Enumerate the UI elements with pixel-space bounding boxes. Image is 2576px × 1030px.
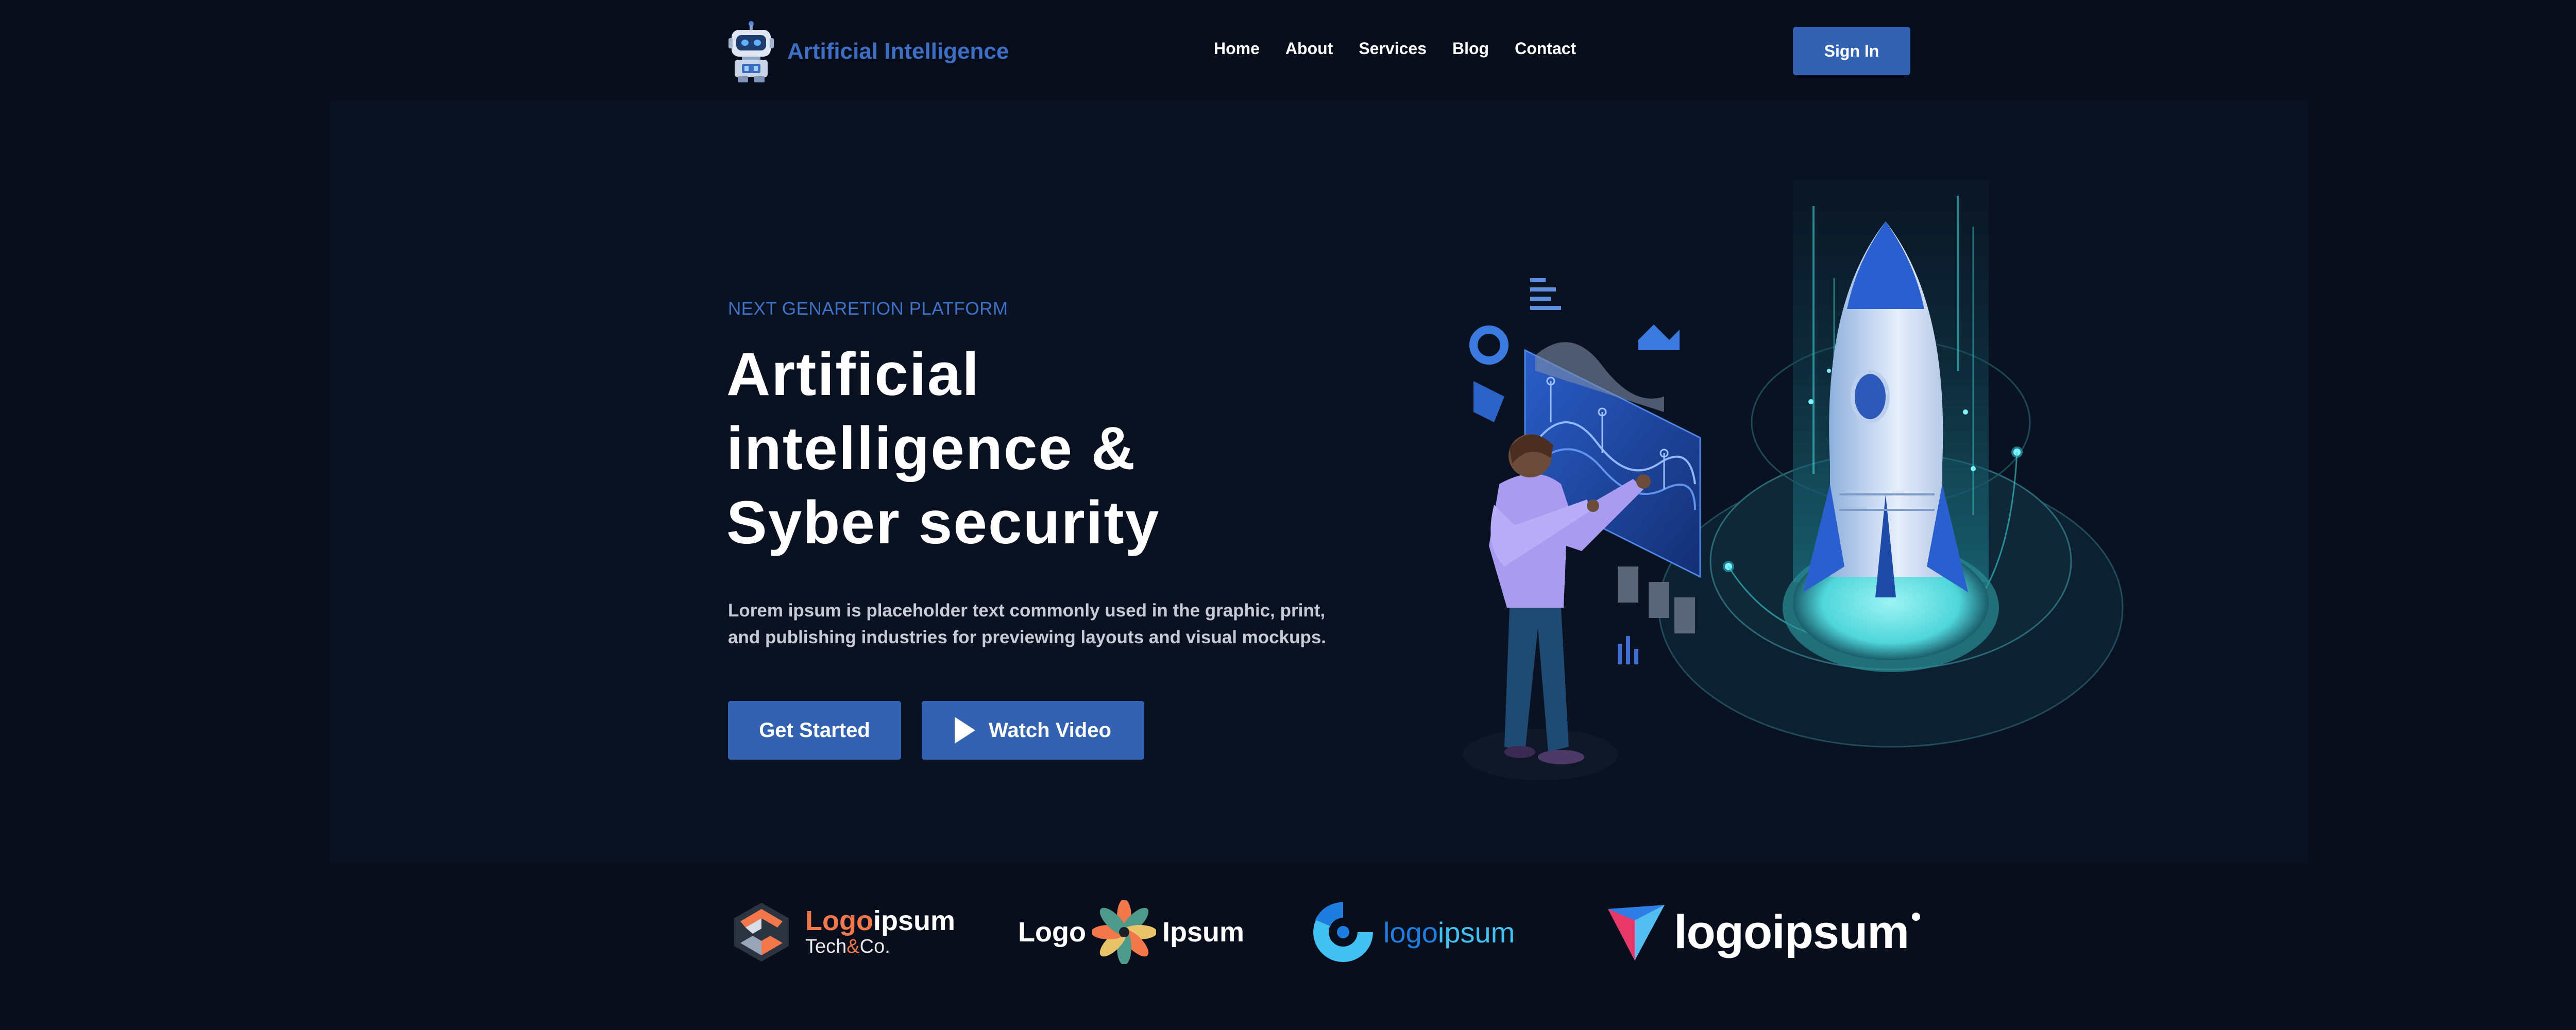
hero-headline: Artificial intelligence & Syber security [726,337,1396,560]
partner-logo-2[interactable]: Logo Ipsum [1018,894,1244,971]
get-started-label: Get Started [759,718,870,742]
nav-link-about[interactable]: About [1285,39,1333,58]
headline-line-3: Syber security [726,489,1160,557]
sign-in-button[interactable]: Sign In [1793,27,1910,75]
top-navbar: Artificial Intelligence Home About Servi… [0,0,2576,100]
logo-2-part-b: Ipsum [1162,917,1244,948]
watch-video-label: Watch Video [989,718,1111,742]
brand[interactable]: Artificial Intelligence [727,21,1009,82]
play-icon [955,717,976,744]
triangle-logo-icon [1608,905,1665,960]
partner-logo-4[interactable]: logoipsum [1604,894,1921,971]
flower-logo-icon [1092,900,1156,964]
partner-logo-1[interactable]: Logoipsum Tech&Co. [728,894,955,971]
watch-video-button[interactable]: Watch Video [922,701,1144,760]
logo-3-part-b: ipsum [1437,916,1515,949]
brand-name: Artificial Intelligence [787,39,1009,64]
description-line-2: and publishing industries for previewing… [728,627,1327,647]
headline-line-1: Artificial [726,340,980,408]
logo-1-tagline: Tech&Co. [805,936,890,957]
hexagon-logo-icon [734,903,789,962]
robot-icon [728,21,774,82]
nav-link-contact[interactable]: Contact [1515,39,1576,58]
person-with-dashboard-and-rocket-illustration [1463,180,2124,780]
hero-description: Lorem ipsum is placeholder text commonly… [728,597,1408,651]
headline-line-2: intelligence & [726,415,1137,483]
hero-eyebrow: NEXT GENARETION PLATFORM [728,299,1008,319]
ring-logo-icon [1313,902,1373,962]
logo-3-part-a: logo [1383,916,1438,949]
nav-link-blog[interactable]: Blog [1452,39,1489,58]
nav-link-home[interactable]: Home [1214,39,1260,58]
description-line-1: Lorem ipsum is placeholder text commonly… [728,600,1326,621]
logo-4-text: logoipsum [1674,905,1909,958]
get-started-button[interactable]: Get Started [728,701,901,760]
nav-link-services[interactable]: Services [1359,39,1427,58]
logo-2-part-a: Logo [1018,917,1086,948]
partner-logos: Logoipsum Tech&Co. Logo Ipsum logoipsum … [728,894,1921,971]
logo-1-name: Logoipsum [805,905,955,936]
logo-4-dot [1912,913,1921,921]
nav-links: Home About Services Blog Contact [1214,39,1602,58]
partner-logo-3[interactable]: logoipsum [1310,894,1515,971]
